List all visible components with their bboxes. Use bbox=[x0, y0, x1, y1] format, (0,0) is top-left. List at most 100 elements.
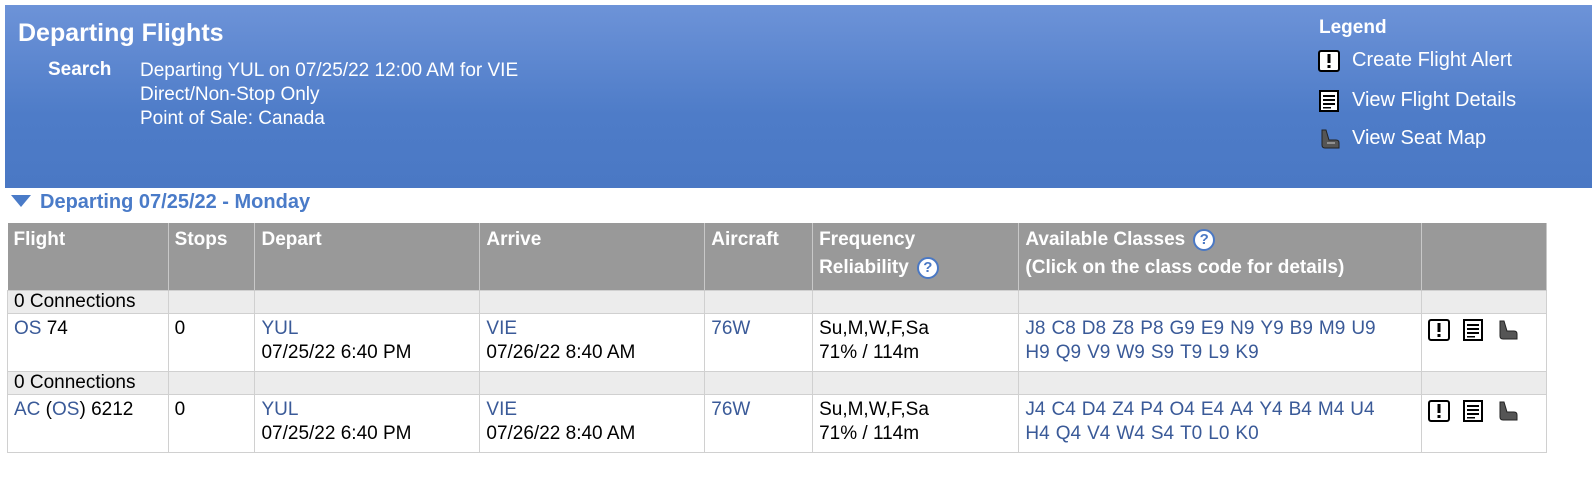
class-code-link[interactable]: K0 bbox=[1235, 423, 1258, 444]
aircraft-cell: 76W bbox=[704, 313, 814, 372]
arrive-airport-link[interactable]: VIE bbox=[486, 398, 698, 422]
connections-row: 0 Connections bbox=[7, 290, 1560, 314]
class-code-link[interactable]: Z4 bbox=[1112, 399, 1134, 420]
arrive-airport-link[interactable]: VIE bbox=[486, 317, 698, 341]
class-code-link[interactable]: C8 bbox=[1051, 318, 1075, 339]
stops-cell: 0 bbox=[167, 313, 256, 372]
depart-time: 07/25/22 6:40 PM bbox=[261, 342, 412, 363]
flight-cell: OS 74 bbox=[7, 313, 169, 372]
class-code-link[interactable]: K9 bbox=[1235, 342, 1258, 363]
class-code-link[interactable]: Q4 bbox=[1056, 423, 1081, 444]
class-code-link[interactable]: T0 bbox=[1180, 423, 1202, 444]
col-stops: Stops bbox=[168, 223, 256, 291]
class-code-link[interactable]: P4 bbox=[1140, 399, 1163, 420]
details-icon bbox=[1318, 89, 1340, 112]
classes-line: J8 C8 D8 Z8 P8 G9 E9 N9 Y9 B9 M9 U9 bbox=[1025, 317, 1415, 341]
class-code-link[interactable]: E4 bbox=[1201, 399, 1224, 420]
class-code-link[interactable]: M4 bbox=[1318, 399, 1344, 420]
col-depart: Depart bbox=[254, 223, 481, 291]
details-icon[interactable] bbox=[1462, 400, 1484, 429]
col-arrive: Arrive bbox=[479, 223, 706, 291]
frequency-value: Su,M,W,F,Sa bbox=[819, 399, 929, 420]
section-title: Departing 07/25/22 - Monday bbox=[40, 191, 311, 213]
class-code-link[interactable]: V9 bbox=[1087, 342, 1110, 363]
class-code-link[interactable]: S9 bbox=[1151, 342, 1174, 363]
col-aircraft: Aircraft bbox=[704, 223, 814, 291]
class-code-link[interactable]: H9 bbox=[1025, 342, 1049, 363]
class-code-link[interactable]: Y4 bbox=[1259, 399, 1282, 420]
class-code-link[interactable]: L0 bbox=[1208, 423, 1229, 444]
stops-cell: 0 bbox=[167, 394, 256, 453]
col-classes-hint: (Click on the class code for details) bbox=[1025, 257, 1345, 278]
seat-icon[interactable] bbox=[1496, 319, 1518, 348]
class-code-link[interactable]: Z8 bbox=[1112, 318, 1134, 339]
col-actions bbox=[1421, 223, 1547, 291]
class-code-link[interactable]: G9 bbox=[1170, 318, 1195, 339]
aircraft-link[interactable]: 76W bbox=[711, 399, 750, 420]
search-line-pos: Point of Sale: Canada bbox=[140, 108, 325, 129]
class-code-link[interactable]: Y9 bbox=[1260, 318, 1283, 339]
class-code-link[interactable]: Q9 bbox=[1056, 342, 1081, 363]
class-code-link[interactable]: L9 bbox=[1208, 342, 1229, 363]
connections-label: 0 Connections bbox=[7, 371, 169, 395]
class-code-link[interactable]: A4 bbox=[1230, 399, 1253, 420]
class-code-link[interactable]: C4 bbox=[1051, 399, 1075, 420]
legend-create-flight-alert: Create Flight Alert bbox=[1318, 49, 1512, 72]
class-code-link[interactable]: W4 bbox=[1116, 423, 1145, 444]
flight-cell: AC (OS) 6212 bbox=[7, 394, 169, 453]
legend-label: View Flight Details bbox=[1352, 89, 1517, 111]
airline-link[interactable]: OS bbox=[14, 318, 41, 339]
aircraft-cell: 76W bbox=[704, 394, 814, 453]
class-code-link[interactable]: W9 bbox=[1116, 342, 1145, 363]
col-frequency: Frequency bbox=[819, 229, 916, 250]
seat-icon bbox=[1318, 128, 1340, 150]
alert-icon[interactable] bbox=[1428, 400, 1451, 429]
legend-view-seat-map: View Seat Map bbox=[1318, 127, 1486, 150]
operating-airline-link[interactable]: OS bbox=[52, 399, 79, 420]
class-code-link[interactable]: M9 bbox=[1319, 318, 1345, 339]
classes-help-icon[interactable]: ? bbox=[1193, 228, 1216, 251]
airline-link[interactable]: AC bbox=[14, 399, 40, 420]
col-flight: Flight bbox=[7, 223, 169, 291]
reliability-value: 71% / 114m bbox=[819, 423, 920, 444]
col-spacer bbox=[1546, 223, 1560, 291]
class-code-link[interactable]: N9 bbox=[1230, 318, 1254, 339]
col-frequency-reliability: Frequency Reliability? bbox=[812, 223, 1020, 291]
reliability-help-icon[interactable]: ? bbox=[916, 256, 939, 279]
class-code-link[interactable]: B9 bbox=[1290, 318, 1313, 339]
class-code-link[interactable]: U9 bbox=[1351, 318, 1375, 339]
flight-row: AC (OS) 6212 0 YUL 07/25/22 6:40 PM VIE … bbox=[7, 394, 1560, 453]
seat-icon[interactable] bbox=[1496, 400, 1518, 429]
class-code-link[interactable]: H4 bbox=[1025, 423, 1049, 444]
details-icon[interactable] bbox=[1462, 319, 1484, 348]
depart-airport-link[interactable]: YUL bbox=[261, 317, 473, 341]
flight-row: OS 74 0 YUL 07/25/22 6:40 PM VIE 07/26/2… bbox=[7, 313, 1560, 372]
arrive-cell: VIE 07/26/22 8:40 AM bbox=[479, 313, 706, 372]
class-code-link[interactable]: J4 bbox=[1025, 399, 1045, 420]
class-code-link[interactable]: E9 bbox=[1201, 318, 1224, 339]
alert-icon[interactable] bbox=[1428, 319, 1451, 348]
depart-time: 07/25/22 6:40 PM bbox=[261, 423, 412, 444]
departing-section-toggle[interactable]: Departing 07/25/22 - Monday bbox=[10, 191, 310, 214]
col-classes: Available Classes bbox=[1025, 229, 1186, 250]
class-code-link[interactable]: T9 bbox=[1180, 342, 1202, 363]
depart-cell: YUL 07/25/22 6:40 PM bbox=[254, 394, 481, 453]
class-code-link[interactable]: D8 bbox=[1082, 318, 1106, 339]
class-code-link[interactable]: S4 bbox=[1151, 423, 1174, 444]
class-code-link[interactable]: B4 bbox=[1289, 399, 1312, 420]
class-code-link[interactable]: V4 bbox=[1087, 423, 1110, 444]
depart-airport-link[interactable]: YUL bbox=[261, 398, 473, 422]
classes-line: H4 Q4 V4 W4 S4 T0 L0 K0 bbox=[1025, 422, 1415, 446]
class-code-link[interactable]: U4 bbox=[1350, 399, 1374, 420]
connections-label: 0 Connections bbox=[7, 290, 169, 314]
frequency-cell: Su,M,W,F,Sa 71% / 114m bbox=[812, 313, 1020, 372]
class-code-link[interactable]: J8 bbox=[1025, 318, 1045, 339]
search-header: Departing Flights Search Departing YUL o… bbox=[5, 5, 1592, 188]
class-code-link[interactable]: D4 bbox=[1082, 399, 1106, 420]
legend-title: Legend bbox=[1319, 17, 1387, 38]
class-code-link[interactable]: P8 bbox=[1140, 318, 1163, 339]
class-code-link[interactable]: O4 bbox=[1170, 399, 1195, 420]
frequency-value: Su,M,W,F,Sa bbox=[819, 318, 929, 339]
aircraft-link[interactable]: 76W bbox=[711, 318, 750, 339]
classes-cell: J4 C4 D4 Z4 P4 O4 E4 A4 Y4 B4 M4 U4 H4 Q4 V4 W4 S4 T0 L0 K… bbox=[1018, 394, 1423, 453]
